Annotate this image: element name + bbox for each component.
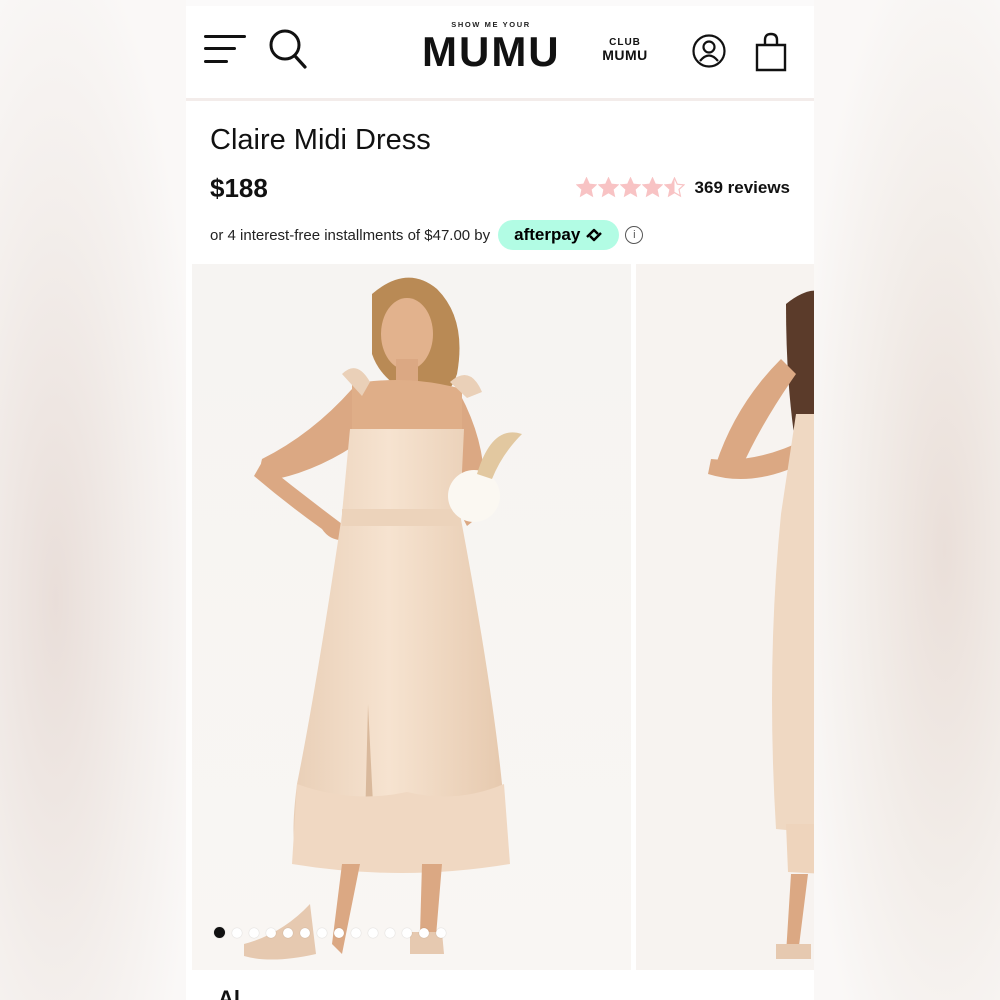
model-photo-secondary	[636, 264, 814, 970]
afterpay-arrows-icon	[586, 228, 603, 242]
gallery-image-model-front[interactable]	[192, 264, 631, 970]
afterpay-label: afterpay	[514, 225, 581, 244]
below-gallery-section	[186, 972, 814, 1000]
gallery-dot[interactable]	[334, 927, 344, 938]
gallery-dot[interactable]	[385, 927, 395, 938]
product-gallery[interactable]	[192, 264, 814, 970]
product-price: $188	[210, 173, 268, 203]
gallery-dot[interactable]	[368, 927, 378, 938]
star-icon	[641, 177, 663, 198]
model-photo	[192, 264, 631, 970]
gallery-dot[interactable]	[351, 927, 361, 938]
gallery-pagination	[214, 927, 446, 938]
gallery-dot[interactable]	[232, 927, 242, 938]
reviews-count: 369 reviews	[694, 177, 790, 197]
product-title: Claire Midi Dress	[210, 124, 431, 156]
info-icon[interactable]: i	[625, 226, 644, 244]
installments-text: or 4 interest-free installments of $47.0…	[210, 226, 491, 244]
gallery-dot[interactable]	[402, 927, 412, 938]
gallery-dot[interactable]	[317, 927, 327, 938]
logo-wordmark: MUMU	[422, 28, 561, 75]
club-brand: MUMU	[602, 47, 648, 63]
star-icon	[619, 177, 641, 198]
gallery-image-model-side[interactable]	[636, 264, 814, 970]
gallery-dot[interactable]	[214, 927, 225, 938]
gallery-dot[interactable]	[249, 927, 259, 938]
star-icon	[663, 177, 685, 198]
gallery-dot[interactable]	[283, 927, 293, 938]
afterpay-badge[interactable]: afterpay	[498, 220, 620, 250]
shopping-bag-icon[interactable]	[754, 32, 788, 72]
gallery-dot[interactable]	[300, 927, 310, 938]
rating-summary[interactable]: 369 reviews	[575, 177, 790, 198]
gallery-dot[interactable]	[419, 927, 429, 938]
rating-stars	[575, 177, 685, 198]
club-mumu-link[interactable]: CLUB MUMU	[596, 37, 654, 62]
menu-icon[interactable]	[204, 33, 248, 67]
product-page: SHOW ME YOUR MUMU CLUB MUMU Claire Midi …	[186, 6, 814, 1000]
partial-heading: Al	[218, 986, 240, 1000]
star-icon	[575, 177, 597, 198]
background-left	[0, 0, 186, 1000]
brand-logo[interactable]: SHOW ME YOUR MUMU	[422, 20, 560, 73]
gallery-dot[interactable]	[266, 927, 276, 938]
star-icon	[597, 177, 619, 198]
gallery-dot[interactable]	[436, 927, 446, 938]
account-icon[interactable]	[692, 34, 726, 68]
site-header: SHOW ME YOUR MUMU CLUB MUMU	[186, 6, 814, 101]
background-right	[814, 0, 1000, 1000]
installments-row: or 4 interest-free installments of $47.0…	[210, 220, 644, 250]
search-icon[interactable]	[268, 28, 308, 70]
